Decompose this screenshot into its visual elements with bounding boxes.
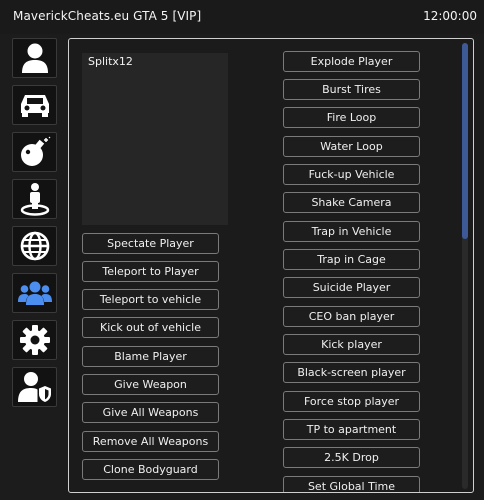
set-global-time-button[interactable]: Set Global Time [283,476,420,492]
scrollbar[interactable] [462,43,468,489]
black-screen-player-button[interactable]: Black-screen player [283,362,420,383]
bomb-icon [20,136,50,166]
scrollbar-thumb[interactable] [462,43,468,239]
kick-out-of-vehicle-button[interactable]: Kick out of vehicle [82,317,219,338]
fuck-up-vehicle-button[interactable]: Fuck-up Vehicle [283,164,420,185]
sidebar-item-settings[interactable] [12,320,57,360]
explode-player-button[interactable]: Explode Player [283,51,420,72]
teleport-to-player-button[interactable]: Teleport to Player [82,261,219,282]
trap-in-cage-button[interactable]: Trap in Cage [283,249,420,270]
kick-player-button[interactable]: Kick player [283,334,420,355]
title-bar: MaverickCheats.eu GTA 5 [VIP] 12:00:00 [0,0,484,34]
give-all-weapons-button[interactable]: Give All Weapons [82,402,219,423]
sidebar-item-teleport[interactable] [12,179,57,219]
sidebar-item-self[interactable] [12,38,57,78]
sidebar-item-world[interactable] [12,226,57,266]
window-title: MaverickCheats.eu GTA 5 [VIP] [13,9,202,23]
teleport-icon [20,183,49,216]
give-weapon-button[interactable]: Give Weapon [82,374,219,395]
water-loop-button[interactable]: Water Loop [283,136,420,157]
gear-icon [19,325,50,355]
car-icon [20,95,49,117]
suicide-player-button[interactable]: Suicide Player [283,277,420,298]
trap-in-vehicle-button[interactable]: Trap in Vehicle [283,221,420,242]
blame-player-button[interactable]: Blame Player [82,346,219,367]
remove-all-weapons-button[interactable]: Remove All Weapons [82,431,219,452]
user-icon [21,43,48,73]
user-shield-icon [17,372,51,402]
shake-camera-button[interactable]: Shake Camera [283,192,420,213]
sidebar-item-weapons[interactable] [12,132,57,172]
globe-icon [20,231,49,261]
force-stop-player-button[interactable]: Force stop player [283,391,420,412]
sidebar-item-vehicle[interactable] [12,85,57,125]
player-list-item[interactable]: Splitx12 [88,55,133,68]
fire-loop-button[interactable]: Fire Loop [283,107,420,128]
burst-tires-button[interactable]: Burst Tires [283,79,420,100]
player-options-panel: Splitx12 Spectate Player Teleport to Pla… [68,38,474,493]
teleport-to-vehicle-button[interactable]: Teleport to vehicle [82,289,219,310]
clock: 12:00:00 [423,9,477,23]
sidebar-item-protection[interactable] [12,367,57,407]
spectate-player-button[interactable]: Spectate Player [82,233,219,254]
sidebar-item-players[interactable] [12,273,57,313]
ceo-ban-player-button[interactable]: CEO ban player [283,306,420,327]
drop-money-button[interactable]: 2.5K Drop [283,447,420,468]
player-list[interactable]: Splitx12 [82,53,228,225]
clone-bodyguard-button[interactable]: Clone Bodyguard [82,459,219,480]
tp-to-apartment-button[interactable]: TP to apartment [283,419,420,440]
users-icon [17,281,52,305]
